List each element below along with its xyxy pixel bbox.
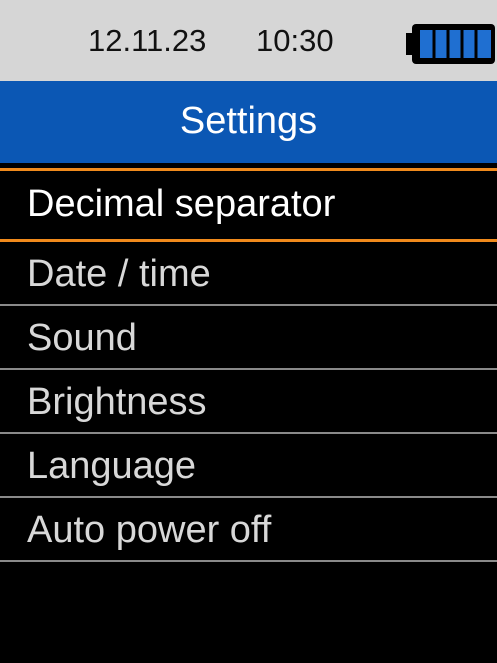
menu-item-label: Date / time [27,253,211,295]
menu-item-date-time[interactable]: Date / time [0,242,497,306]
status-date: 12.11.23 [88,23,207,58]
battery-icon [406,24,495,64]
page-title: Settings [179,100,318,142]
status-time: 10:30 [256,23,334,58]
menu-item-label: Brightness [27,381,207,423]
menu-item-language[interactable]: Language [0,434,497,498]
menu-item-label: Auto power off [27,509,272,551]
status-bar: 12.11.23 10:30 [0,0,497,81]
menu-item-label: Sound [27,317,137,359]
title-bar: Settings [0,81,497,163]
menu-item-auto-power-off[interactable]: Auto power off [0,498,497,562]
menu-item-brightness[interactable]: Brightness [0,370,497,434]
menu-item-label: Decimal separator [27,183,336,225]
menu-item-label: Language [27,445,197,487]
menu-item-sound[interactable]: Sound [0,306,497,370]
menu-item-decimal-separator[interactable]: Decimal separator [0,168,497,242]
